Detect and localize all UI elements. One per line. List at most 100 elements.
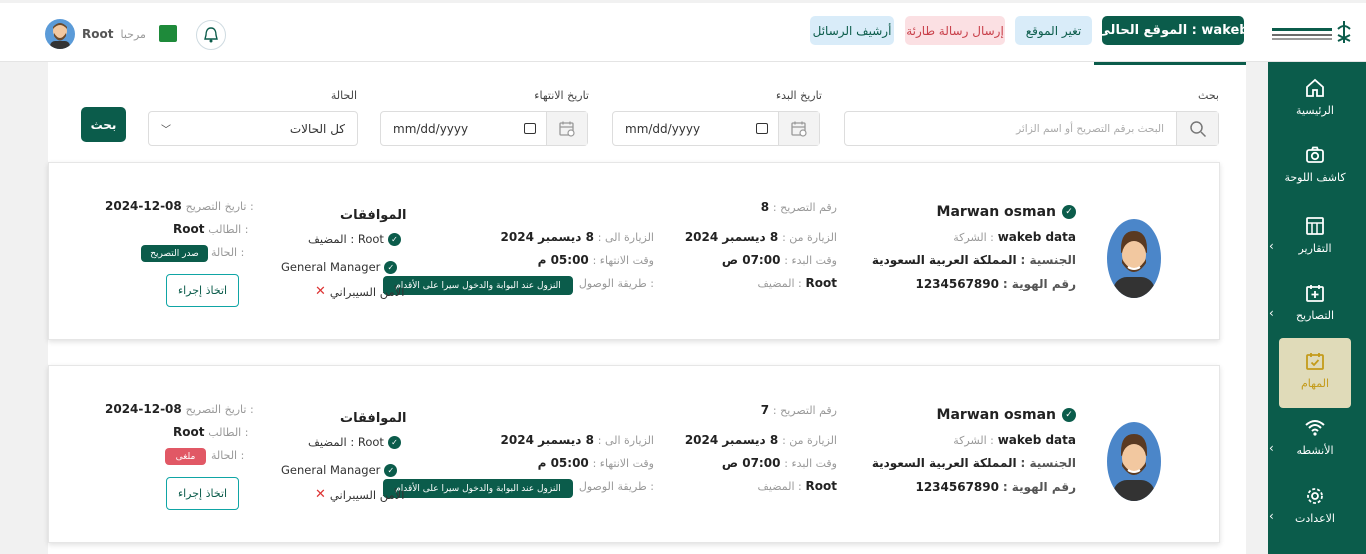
- calendar-plus-icon: [1306, 285, 1324, 302]
- permit-card: Marwan osman ✓ الشركة : wakeb data الجنس…: [48, 162, 1220, 340]
- end-time-field: وقت الانتهاء : 05:00 م: [537, 456, 654, 470]
- visit-from-field: الزيارة من : 8 ديسمبر 2024: [684, 433, 837, 447]
- ministry-logo: [1272, 21, 1351, 43]
- visitor-avatar: [1107, 422, 1161, 501]
- home-icon: [1306, 78, 1324, 97]
- sidebar-item-label: التصاريح: [1295, 309, 1335, 322]
- search-icon[interactable]: [1176, 112, 1218, 145]
- requester-field: Root الطالب :: [173, 425, 249, 439]
- sidebar-item-label: المهام: [1301, 377, 1329, 390]
- approvals-title: الموافقات: [340, 411, 407, 426]
- search-placeholder: البحث برقم التصريح أو اسم الزائر: [1016, 122, 1164, 135]
- approval-general-manager: General Manager ✓: [281, 463, 398, 477]
- wifi-icon: [1305, 420, 1325, 436]
- chevron-left-icon: ‹: [1269, 441, 1274, 455]
- sidebar-item-label: الأنشطه: [1296, 444, 1334, 457]
- id-number-field: رقم الهوية : 1234567890: [915, 277, 1076, 291]
- sidebar-item-settings[interactable]: ‹ الاعدادت: [1269, 485, 1351, 554]
- chevron-left-icon: ‹: [1269, 306, 1274, 320]
- permit-number-field: رقم التصريح : 8: [760, 200, 837, 214]
- sidebar-item-activities[interactable]: ‹ الأنشطه: [1269, 417, 1351, 487]
- approvals-title: الموافقات: [340, 208, 407, 223]
- permit-number-field: رقم التصريح : 7: [760, 403, 837, 417]
- sidebar: الرئيسية كاشف اللوحة ‹ التقارير ‹ التصار…: [1268, 62, 1366, 554]
- id-number-field: رقم الهوية : 1234567890: [915, 480, 1076, 494]
- sidebar-item-label: الرئيسية: [1296, 104, 1334, 117]
- avatar: [45, 19, 75, 49]
- start-time-field: وقت البدء : 07:00 ص: [721, 253, 837, 267]
- date-picker-icon[interactable]: [756, 123, 768, 134]
- sidebar-item-label: التقارير: [1298, 242, 1332, 255]
- arrival-method-field: طريقة الوصول :: [578, 480, 654, 493]
- search-input[interactable]: البحث برقم التصريح أو اسم الزائر: [844, 111, 1219, 146]
- host-field: المضيف : Root: [757, 479, 837, 493]
- end-date-input[interactable]: mm/dd/yyyy: [380, 111, 588, 146]
- user-menu[interactable]: Root مرحبا: [45, 19, 146, 49]
- sidebar-item-reports[interactable]: ‹ التقارير: [1269, 215, 1351, 285]
- start-time-field: وقت البدء : 07:00 ص: [721, 456, 837, 470]
- start-date-label: تاريخ البدء: [775, 89, 822, 102]
- visitor-name-text: Marwan osman: [936, 407, 1056, 423]
- change-site-button[interactable]: تغير الموقع: [1015, 16, 1092, 45]
- status-select-value: كل الحالات: [289, 121, 345, 136]
- active-tab-indicator: [1094, 62, 1246, 65]
- search-button[interactable]: بحث: [81, 107, 126, 142]
- sidebar-item-label: كاشف اللوحة: [1284, 171, 1346, 184]
- camera-icon: [1306, 146, 1324, 163]
- take-action-button[interactable]: اتخاذ إجراء: [166, 274, 239, 307]
- approval-cyber-security: ✕ الأمن السيبراني: [315, 487, 405, 502]
- approved-check-icon: ✓: [384, 463, 398, 477]
- status-badge: صدر التصريح: [141, 245, 208, 262]
- company-field: الشركة : wakeb data: [953, 230, 1076, 244]
- sidebar-item-label: الاعدادت: [1295, 512, 1335, 525]
- end-date-value: mm/dd/yyyy: [393, 121, 469, 136]
- approval-host: المضيف : Root ✓: [308, 232, 401, 246]
- search-label: بحث: [1198, 89, 1219, 102]
- rejected-x-icon: ✕: [315, 284, 326, 299]
- visitor-name-text: Marwan osman: [936, 204, 1056, 220]
- visit-from-field: الزيارة من : 8 ديسمبر 2024: [684, 230, 837, 244]
- visitor-name: Marwan osman ✓: [937, 204, 1076, 220]
- verified-icon: ✓: [1062, 205, 1076, 219]
- arrival-method-tooltip: النزول عند البوابة والدخول سيرا على الأق…: [383, 276, 573, 295]
- rejected-x-icon: ✕: [315, 487, 326, 502]
- chevron-down-icon: ﹀: [161, 125, 171, 136]
- notification-bell-icon[interactable]: [196, 20, 226, 50]
- sidebar-item-plate-detector[interactable]: كاشف اللوحة: [1279, 144, 1351, 214]
- visit-to-field: الزيارة الى : 8 ديسمبر 2024: [500, 433, 654, 447]
- verified-icon: ✓: [1062, 408, 1076, 422]
- status-select[interactable]: ﹀ كل الحالات: [148, 111, 358, 146]
- take-action-button[interactable]: اتخاذ إجراء: [166, 477, 239, 510]
- company-field: الشركة : wakeb data: [953, 433, 1076, 447]
- visit-to-field: الزيارة الى : 8 ديسمبر 2024: [500, 230, 654, 244]
- calendar-icon[interactable]: [778, 112, 819, 145]
- start-date-input[interactable]: mm/dd/yyyy: [612, 111, 820, 146]
- permit-date-field: 2024-12-08 تاريخ التصريح :: [105, 402, 254, 416]
- date-picker-icon[interactable]: [524, 123, 536, 134]
- status-field: الحالة :: [211, 246, 245, 259]
- visitor-avatar: [1107, 219, 1161, 298]
- message-archive-button[interactable]: أرشيف الرسائل: [810, 16, 894, 45]
- approved-check-icon: ✓: [384, 260, 398, 274]
- permit-card: Marwan osman ✓ الشركة : wakeb data الجنس…: [48, 365, 1220, 543]
- greeting: مرحبا: [120, 27, 146, 41]
- current-site-button[interactable]: الموقع الحالى : wakeb: [1097, 16, 1249, 45]
- sidebar-item-tasks[interactable]: المهام: [1279, 338, 1351, 408]
- sidebar-item-home[interactable]: الرئيسية: [1279, 77, 1351, 147]
- end-time-field: وقت الانتهاء : 05:00 م: [537, 253, 654, 267]
- status-badge: ملغى: [165, 448, 206, 465]
- permit-date-field: 2024-12-08 تاريخ التصريح :: [105, 199, 254, 213]
- gear-icon: [1307, 488, 1323, 504]
- nationality-field: الجنسية : المملكة العربية السعودية: [871, 456, 1076, 470]
- saudi-flag-icon[interactable]: [159, 25, 177, 42]
- nationality-field: الجنسية : المملكة العربية السعودية: [871, 253, 1076, 267]
- username: Root: [82, 27, 114, 41]
- start-date-value: mm/dd/yyyy: [625, 121, 701, 136]
- send-urgent-message-button[interactable]: إرسال رسالة طارئة: [905, 16, 1005, 45]
- requester-field: Root الطالب :: [173, 222, 249, 236]
- top-bar: الموقع الحالى : wakeb تغير الموقع إرسال …: [0, 3, 1366, 62]
- end-date-label: تاريخ الانتهاء: [534, 89, 589, 102]
- calendar-icon[interactable]: [546, 112, 587, 145]
- calendar-check-icon: [1306, 353, 1324, 370]
- approval-cyber-security: ✕ الأمن السيبراني: [315, 284, 405, 299]
